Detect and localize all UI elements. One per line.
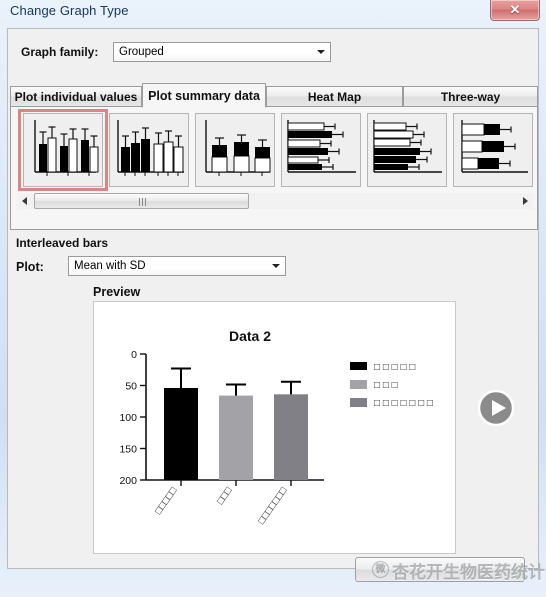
tab-heat-map[interactable]: Heat Map <box>266 86 403 107</box>
next-preview-button[interactable] <box>474 386 518 430</box>
svg-text:150: 150 <box>119 444 137 456</box>
thumbnail-selection-highlight <box>18 109 108 191</box>
legend-label-1: □ □ □ <box>374 380 398 391</box>
thumbnail-strip <box>17 109 533 191</box>
window-title: Change Graph Type <box>10 3 129 18</box>
scrollbar-grip-icon <box>138 198 146 206</box>
preview-chart: Data 2 0 50 100 150 200 □□□□□ □□□ □□□□□□… <box>94 302 455 553</box>
graph-type-gallery <box>10 106 538 230</box>
close-icon: ✕ <box>509 2 521 17</box>
thumbnail-stacked-bars[interactable] <box>195 113 275 187</box>
legend-label-2: □ □ □ □ □ □ □ <box>374 398 433 409</box>
scroll-right-arrow-icon[interactable] <box>517 193 533 209</box>
chevron-down-icon[interactable] <box>267 257 285 275</box>
svg-text:50: 50 <box>125 381 137 393</box>
thumbnail-horizontal-stacked-bars[interactable] <box>453 113 533 187</box>
close-button[interactable]: ✕ <box>490 0 540 21</box>
plot-value: Mean with SD <box>74 260 146 272</box>
tab-plot-summary-data[interactable]: Plot summary data <box>142 83 266 108</box>
svg-text:0: 0 <box>131 349 137 361</box>
thumbnail-horizontal-interleaved-bars[interactable] <box>281 113 361 187</box>
chevron-down-icon[interactable] <box>312 43 330 61</box>
thumbnail-horizontal-grouped-bars[interactable] <box>367 113 447 187</box>
plot-dropdown[interactable]: Mean with SD <box>68 256 286 276</box>
preview-panel: Data 2 0 50 100 150 200 □□□□□ □□□ □□□□□□… <box>93 301 456 554</box>
tab-three-way[interactable]: Three-way <box>403 86 538 107</box>
thumbnail-grouped-bars[interactable] <box>109 113 189 187</box>
scrollbar-thumb[interactable] <box>34 193 249 209</box>
svg-text:200: 200 <box>119 475 137 487</box>
graph-family-label: Graph family: <box>21 45 99 59</box>
preview-label: Preview <box>93 285 141 299</box>
legend-label-0: □ □ □ □ □ <box>374 362 415 373</box>
selected-graph-type-title: Interleaved bars <box>16 236 109 250</box>
graph-family-value: Grouped <box>119 46 164 58</box>
tab-bar: Plot individual values Plot summary data… <box>10 83 538 108</box>
gallery-horizontal-scrollbar[interactable] <box>17 193 533 209</box>
plot-label: Plot: <box>16 260 44 274</box>
chart-bars <box>164 388 308 480</box>
scroll-left-arrow-icon[interactable] <box>17 193 33 209</box>
window-titlebar: Change Graph Type ✕ <box>0 0 546 30</box>
graph-family-dropdown[interactable]: Grouped <box>113 42 331 62</box>
chart-title: Data 2 <box>229 328 271 344</box>
dialog-panel: Graph family: Grouped Plot individual va… <box>7 28 539 569</box>
tab-plot-individual-values[interactable]: Plot individual values <box>10 86 142 107</box>
svg-text:100: 100 <box>119 412 137 424</box>
footer-action-button[interactable] <box>355 557 525 582</box>
